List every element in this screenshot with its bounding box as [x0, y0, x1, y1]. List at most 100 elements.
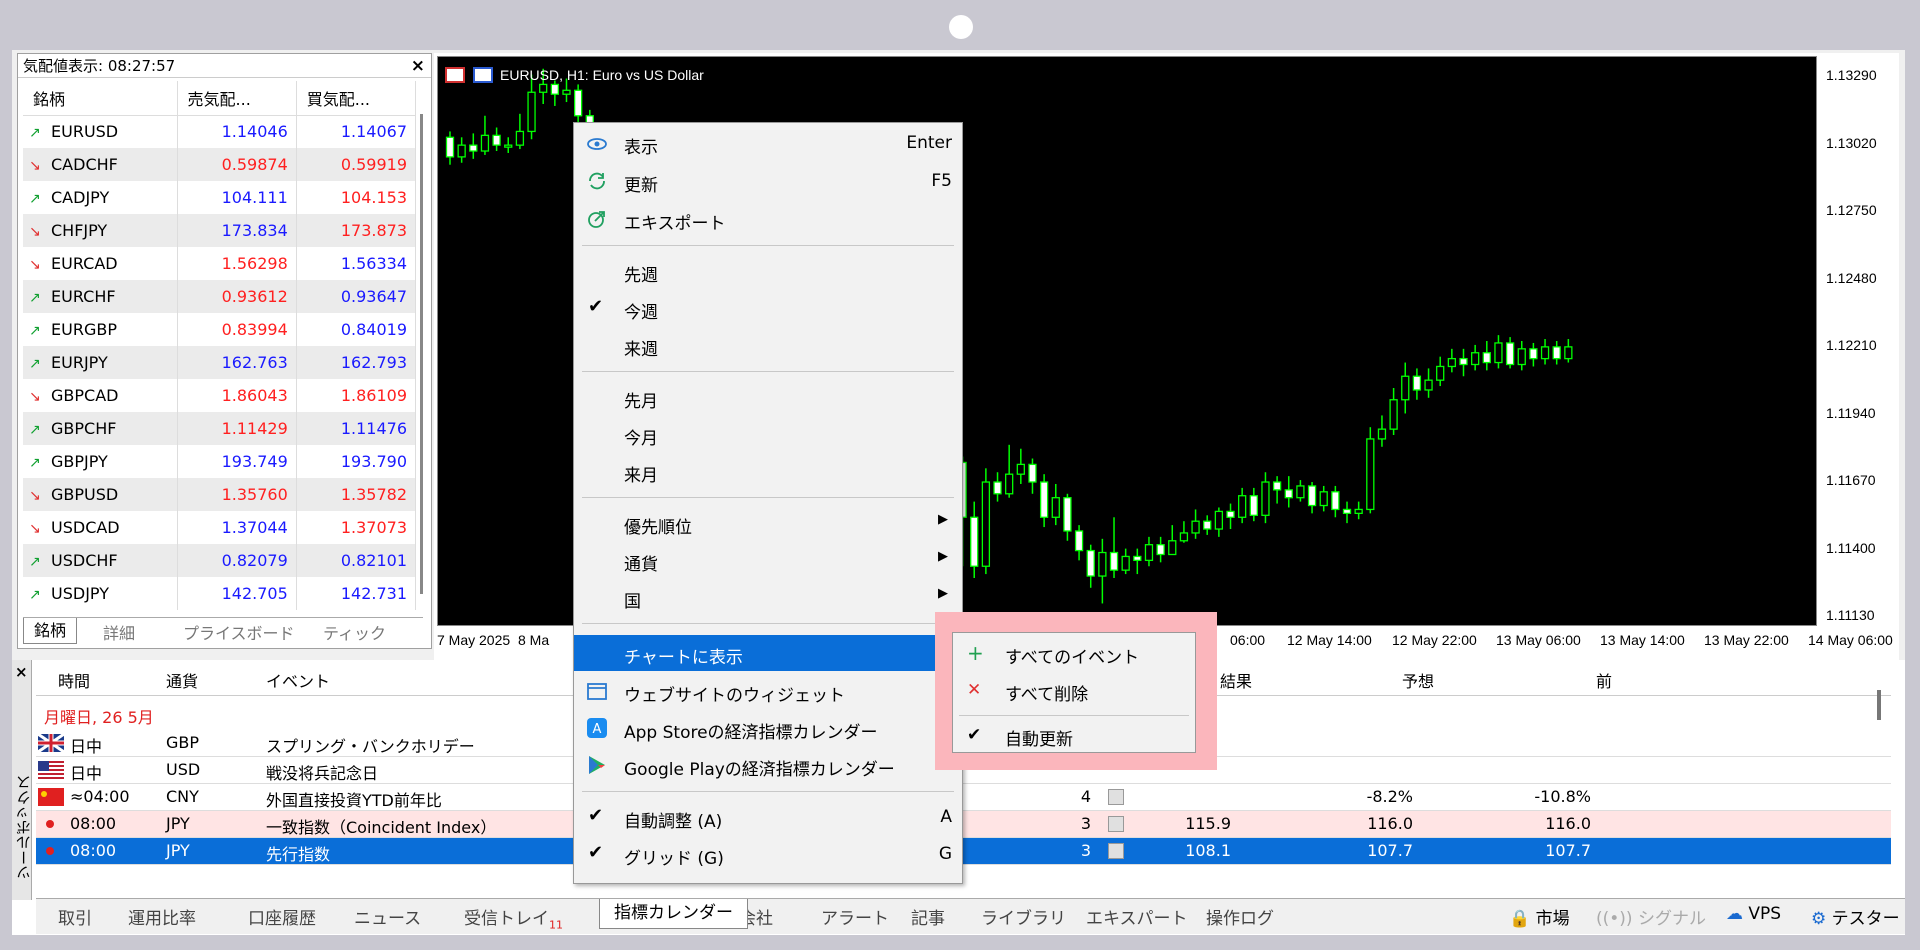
toolbox-side-bar: × ツールボックス: [12, 660, 33, 900]
toolbox-tab[interactable]: 口座履歴: [248, 904, 316, 929]
scrollbar[interactable]: [420, 114, 423, 594]
quote-row[interactable]: ↘ EURCAD 1.56298 1.56334: [23, 247, 417, 280]
close-icon[interactable]: ×: [15, 663, 28, 681]
menu-item-app-store[interactable]: A App Storeの経済指標カレンダー: [574, 710, 962, 746]
menu-item-website-widget[interactable]: ウェブサイトのウィジェット: [574, 673, 962, 709]
quote-row[interactable]: ↘ GBPCAD 1.86043 1.86109: [23, 379, 417, 412]
candle: [1354, 501, 1363, 520]
event-previous: -10.8%: [1534, 787, 1591, 806]
menu-item-google-play[interactable]: Google Playの経済指標カレンダー: [574, 747, 962, 783]
menu-item-this-week[interactable]: ✔ 今週: [574, 290, 962, 326]
toolbox-tab[interactable]: 指標カレンダー: [599, 899, 748, 929]
submenu-item-auto-update[interactable]: ✔ 自動更新: [953, 717, 1195, 753]
column-header-previous[interactable]: 前: [1596, 668, 1612, 692]
arrow-up-icon: ↗: [29, 191, 41, 207]
calendar-row[interactable]: 08:00 JPY 一致指数（Coincident Index） 3 115.9 116.…: [36, 811, 1891, 838]
quote-row[interactable]: ↗ EURJPY 162.763 162.793: [23, 346, 417, 379]
toolbox-tab[interactable]: ニュース: [354, 904, 421, 929]
quote-row[interactable]: ↗ CADJPY 104.111 104.153: [23, 181, 417, 214]
menu-item-country[interactable]: 国 ▶: [574, 579, 962, 615]
event-actual: 108.1: [1185, 841, 1231, 860]
quote-row[interactable]: ↘ CADCHF 0.59874 0.59919: [23, 148, 417, 181]
submenu-arrow-icon: ▶: [938, 549, 948, 564]
submenu-item-all-events[interactable]: + すべてのイベント: [953, 635, 1195, 671]
event-time: 08:00: [70, 814, 117, 833]
toolbox-tab[interactable]: アラート: [821, 904, 889, 929]
calendar-row[interactable]: 08:00 JPY 先行指数 3 108.1 107.7 107.7: [36, 838, 1891, 865]
event-time: 08:00: [70, 841, 117, 860]
tab-label: アラート: [821, 909, 889, 929]
tab-details[interactable]: 詳細: [103, 620, 135, 644]
chart-checkbox[interactable]: [1108, 789, 1124, 805]
vps-status[interactable]: ☁ VPS: [1726, 904, 1781, 924]
tab-symbols[interactable]: 銘柄: [23, 618, 78, 644]
submenu-item-delete-all[interactable]: ✕ すべて削除: [953, 672, 1195, 708]
check-icon: ✔: [588, 296, 604, 317]
column-header-event[interactable]: イベント: [266, 668, 330, 692]
chart-checkbox[interactable]: [1108, 816, 1124, 832]
chart-checkbox[interactable]: [1108, 843, 1124, 859]
arrow-down-icon: ↘: [29, 224, 41, 240]
vps-label: VPS: [1748, 904, 1782, 924]
quote-row[interactable]: ↗ USDJPY 142.705 142.731: [23, 577, 417, 610]
menu-item-priority[interactable]: 優先順位 ▶: [574, 505, 962, 541]
scrollbar[interactable]: [1877, 690, 1881, 720]
toolbox-tab[interactable]: 受信トレイ11: [464, 904, 563, 931]
event-currency: JPY: [166, 841, 190, 860]
symbol-cell: ↗ USDJPY: [23, 577, 178, 610]
candle: [1517, 341, 1526, 371]
quote-row[interactable]: ↘ USDCAD 1.37044 1.37073: [23, 511, 417, 544]
tab-price-board[interactable]: プライスボード: [183, 620, 295, 644]
quote-row[interactable]: ↘ CHFJPY 173.834 173.873: [23, 214, 417, 247]
quote-row[interactable]: ↗ EURUSD 1.14046 1.14067: [23, 115, 417, 148]
market-status[interactable]: 🔒 市場: [1509, 904, 1570, 929]
menu-item-grid[interactable]: ✔ グリッド (G) G: [574, 836, 962, 872]
toolbox-tab[interactable]: ライブラリ: [981, 904, 1066, 929]
quote-row[interactable]: ↗ GBPCHF 1.11429 1.11476: [23, 412, 417, 445]
toolbox-tab[interactable]: 運用比率: [128, 904, 196, 929]
menu-item-last-month[interactable]: 先月: [574, 379, 962, 415]
menu-item-last-week[interactable]: 先週: [574, 253, 962, 289]
tester-status[interactable]: ⚙ テスター: [1811, 904, 1900, 929]
calendar-grid-icon[interactable]: [445, 67, 465, 83]
menu-item-next-month[interactable]: 来月: [574, 453, 962, 489]
candle: [527, 74, 536, 140]
candle: [1331, 485, 1340, 518]
column-header-ask[interactable]: 買気配...: [296, 81, 417, 116]
price-axis[interactable]: 1.13290 1.13020 1.12750 1.12480 1.12210 1.119…: [1820, 53, 1899, 691]
menu-item-show-on-chart[interactable]: チャートに表示: [574, 635, 962, 671]
quote-row[interactable]: ↗ EURCHF 0.93612 0.93647: [23, 280, 417, 313]
quote-row[interactable]: ↘ GBPUSD 1.35760 1.35782: [23, 478, 417, 511]
menu-item-auto-arrange[interactable]: ✔ 自動調整 (A) A: [574, 799, 962, 835]
chart-icon[interactable]: [473, 67, 493, 83]
toolbox-tab[interactable]: 取引: [58, 904, 92, 929]
symbol-cell: ↗ CADJPY: [23, 181, 178, 214]
menu-separator: [582, 497, 954, 498]
calendar-row[interactable]: ≈04:00 CNY 外国直接投資YTD前年比 4 -8.2% -10.8%: [36, 784, 1891, 811]
candle: [1016, 448, 1025, 484]
quote-row[interactable]: ↗ USDCHF 0.82079 0.82101: [23, 544, 417, 577]
menu-item-next-week[interactable]: 来週: [574, 327, 962, 363]
candle: [1424, 368, 1433, 398]
column-header-symbol[interactable]: 銘柄: [23, 81, 178, 116]
menu-item-export[interactable]: エキスポート: [574, 201, 962, 237]
toolbox-tab[interactable]: 記事: [911, 904, 945, 929]
column-header-forecast[interactable]: 予想: [1402, 668, 1434, 692]
candle: [1063, 493, 1072, 541]
signals-status[interactable]: ((•)) シグナル: [1596, 904, 1706, 929]
toolbox-tab[interactable]: エキスパート: [1086, 904, 1188, 929]
menu-item-view[interactable]: 表示 Enter: [574, 125, 962, 161]
column-header-actual[interactable]: 結果: [1220, 668, 1252, 692]
column-header-time[interactable]: 時間: [58, 668, 90, 692]
menu-item-refresh[interactable]: 更新 F5: [574, 163, 962, 199]
chart-title: EURUSD, H1: Euro vs US Dollar: [500, 67, 704, 83]
tab-ticks[interactable]: ティック: [323, 620, 386, 644]
menu-item-currency[interactable]: 通貨 ▶: [574, 542, 962, 578]
close-icon[interactable]: ×: [411, 54, 425, 78]
column-header-currency[interactable]: 通貨: [166, 668, 198, 692]
toolbox-tab[interactable]: 操作ログ: [1206, 904, 1274, 929]
column-header-bid[interactable]: 売気配...: [177, 81, 297, 116]
quote-row[interactable]: ↗ GBPJPY 193.749 193.790: [23, 445, 417, 478]
menu-item-this-month[interactable]: 今月: [574, 416, 962, 452]
quote-row[interactable]: ↗ EURGBP 0.83994 0.84019: [23, 313, 417, 346]
